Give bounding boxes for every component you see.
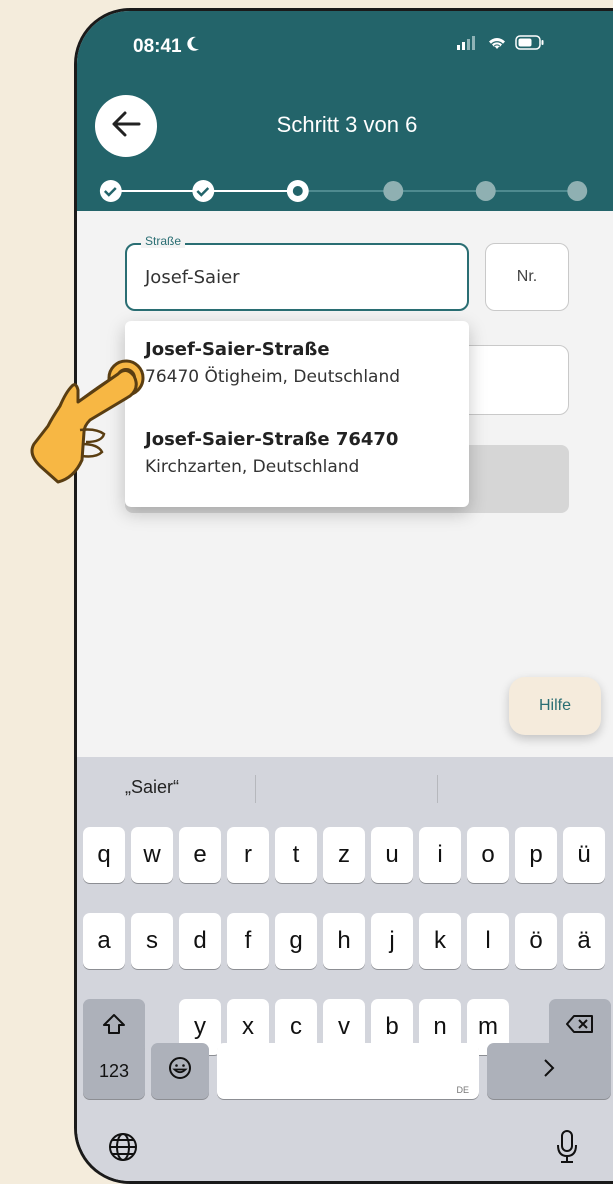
chevron-right-icon (542, 1057, 556, 1085)
shift-icon (102, 1013, 126, 1042)
house-number-placeholder: Nr. (516, 268, 538, 285)
key-ü[interactable]: ü (563, 827, 605, 883)
return-key[interactable] (487, 1043, 611, 1099)
key-i[interactable]: i (419, 827, 461, 883)
key-t[interactable]: t (275, 827, 317, 883)
phone-frame: 08:41 Schritt 3 von 6 Straße Josef-Saier… (74, 8, 613, 1184)
key-j[interactable]: j (371, 913, 413, 969)
arrow-left-icon (111, 111, 141, 142)
key-d[interactable]: d (179, 913, 221, 969)
step-pending-5 (475, 181, 496, 201)
key-s[interactable]: s (131, 913, 173, 969)
divider (255, 775, 256, 803)
moon-icon (186, 36, 200, 58)
status-icons (457, 35, 545, 55)
key-r[interactable]: r (227, 827, 269, 883)
back-button[interactable] (95, 95, 157, 157)
status-time: 08:41 (133, 36, 200, 58)
space-key[interactable]: DE (217, 1043, 479, 1099)
backspace-icon (566, 1013, 594, 1041)
signal-icon (457, 35, 479, 55)
divider (437, 775, 438, 803)
street-value: Josef-Saier (145, 267, 240, 288)
step-done-2 (192, 180, 215, 202)
microphone-icon (555, 1129, 579, 1170)
key-h[interactable]: h (323, 913, 365, 969)
step-title: Schritt 3 von 6 (276, 112, 418, 137)
street-field[interactable]: Straße Josef-Saier (125, 234, 469, 311)
predictive-suggestion[interactable]: „Saier“ (125, 777, 179, 798)
key-a[interactable]: a (83, 913, 125, 969)
help-button[interactable]: Hilfe (509, 677, 601, 735)
key-f[interactable]: f (227, 913, 269, 969)
dictation-key[interactable] (555, 1129, 579, 1170)
key-g[interactable]: g (275, 913, 317, 969)
key-q[interactable]: q (83, 827, 125, 883)
key-k[interactable]: k (419, 913, 461, 969)
key-p[interactable]: p (515, 827, 557, 883)
step-progress (99, 180, 588, 202)
pointing-hand-icon (30, 359, 145, 484)
key-u[interactable]: u (371, 827, 413, 883)
house-number-field[interactable]: Nr. (485, 243, 569, 311)
predictive-bar: „Saier“ (77, 757, 613, 817)
numbers-key[interactable]: 123 (83, 1043, 145, 1099)
keyboard: „Saier“ qwertzuiopü asdfghjklöä yxcvbnm … (77, 757, 613, 1181)
step-current (286, 180, 309, 202)
address-suggestions: Josef-Saier-Straße 76470 Ötigheim, Deuts… (125, 321, 469, 507)
key-o[interactable]: o (467, 827, 509, 883)
emoji-key[interactable] (151, 1043, 209, 1099)
key-w[interactable]: w (131, 827, 173, 883)
key-e[interactable]: e (179, 827, 221, 883)
step-pending-6 (567, 181, 588, 201)
street-label: Straße (141, 234, 186, 248)
key-l[interactable]: l (467, 913, 509, 969)
step-done-1 (99, 180, 122, 202)
key-z[interactable]: z (323, 827, 365, 883)
emoji-icon (168, 1056, 192, 1087)
globe-icon (107, 1131, 139, 1168)
globe-key[interactable] (107, 1131, 139, 1168)
key-ä[interactable]: ä (563, 913, 605, 969)
suggestion-item[interactable]: Josef-Saier-Straße 76470 Ötigheim, Deuts… (145, 339, 400, 387)
suggestion-item[interactable]: Josef-Saier-Straße 76470 Kirchzarten, De… (145, 429, 398, 477)
app-header: 08:41 Schritt 3 von 6 (77, 11, 613, 211)
step-pending-4 (383, 181, 404, 201)
battery-icon (515, 35, 545, 55)
wifi-icon (487, 35, 507, 55)
key-ö[interactable]: ö (515, 913, 557, 969)
space-language: DE (456, 1085, 469, 1095)
